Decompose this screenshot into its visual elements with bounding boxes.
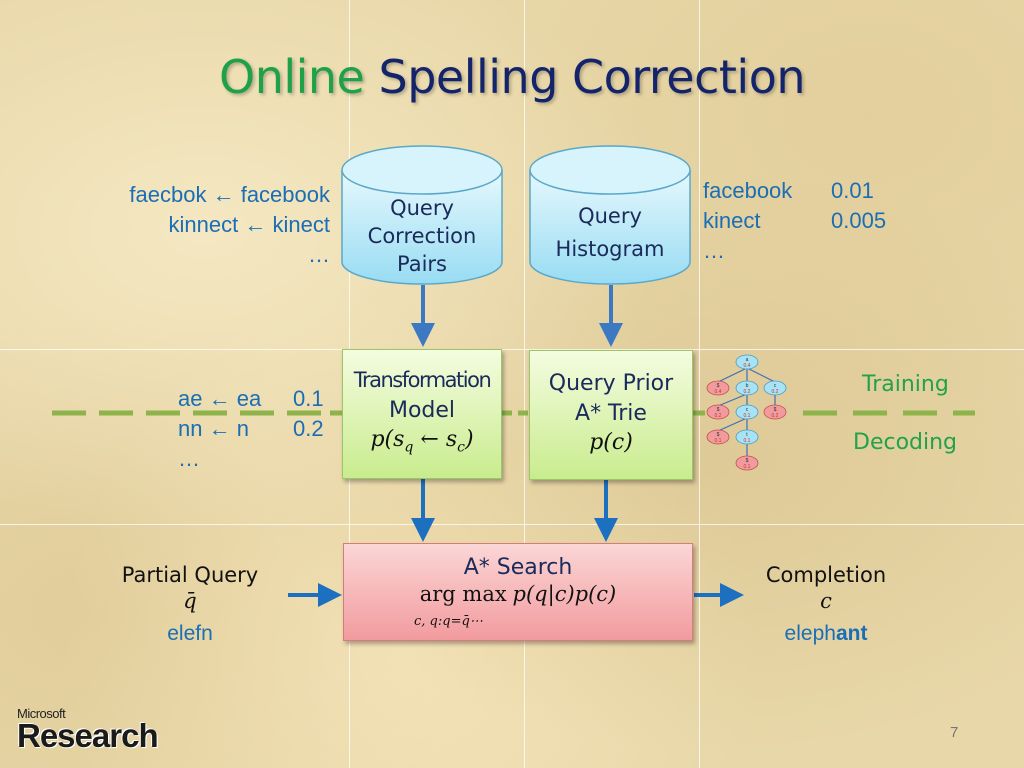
formula-part: ←: [413, 427, 446, 452]
microsoft-research-logo: Microsoft Research: [17, 706, 159, 755]
trie-edge: [717, 393, 748, 407]
trie-node-prob: 0.2: [772, 389, 779, 395]
partial-query-group: Partial Query q̄ elefn: [100, 563, 280, 649]
formula-part: s: [445, 427, 458, 452]
argmax-operator: arg max: [419, 582, 507, 606]
transformation-examples: ae ← ea 0.1 nn ← n 0.2 …: [178, 384, 348, 474]
decoding-label: Decoding: [853, 430, 958, 455]
trie-node-prob: 0.2: [772, 413, 779, 419]
trie-node-prob: 0.2: [744, 389, 751, 395]
probability: 0.2: [293, 416, 324, 441]
a-star-search-box: A* Search arg max p(q|c)p(c) c, q:q=q̄⋯: [343, 543, 693, 641]
completion-symbol: c: [820, 589, 832, 613]
trie-end-node: $0.1: [735, 455, 759, 471]
completion-label: Completion: [765, 563, 887, 587]
trie-edge: [717, 417, 748, 432]
trie-end-node: $0.1: [706, 429, 730, 445]
trie-node-prob: 0.1: [715, 438, 722, 444]
trie-node-prob: 0.1: [744, 464, 751, 470]
partial-query-symbol: q̄: [183, 589, 197, 613]
trie-node: c0.1: [735, 404, 759, 420]
pattern-from: ae: [178, 386, 203, 411]
example-row: nn ← n 0.2: [178, 414, 348, 444]
box-label: Model: [388, 398, 456, 423]
trie-edge: [717, 367, 748, 383]
trie-edge: [746, 367, 776, 383]
transformation-formula: p(sq ← sc): [343, 427, 501, 455]
completion-suffix: ant: [835, 622, 868, 645]
completion-prefix: eleph: [784, 622, 836, 645]
search-objective: p(q|c)p(c): [512, 582, 617, 606]
training-label: Training: [862, 372, 949, 397]
completion-group: Completion c elephant: [736, 563, 916, 649]
argmax-subscript: c, q:q=q̄⋯: [414, 614, 483, 629]
completion-example: elephant: [736, 619, 916, 649]
trie-node-prob: 0.4: [715, 389, 722, 395]
page-number: 7: [950, 724, 959, 741]
query-prior-box: Query Prior A* Trie p(c): [529, 350, 693, 480]
trie-node: t0.1: [735, 429, 759, 445]
trie-node: c0.2: [763, 380, 787, 396]
box-label: Query Prior: [548, 371, 674, 396]
ellipsis: …: [178, 446, 200, 471]
trie-node-prob: 0.1: [744, 413, 751, 419]
prior-formula: p(c): [589, 430, 633, 455]
trie-end-node: $0.2: [706, 404, 730, 420]
formula-part: c: [457, 439, 465, 456]
trie-node-prob: 0.1: [744, 438, 751, 444]
formula-part: p(: [370, 427, 394, 452]
formula-part: ): [464, 427, 474, 452]
pattern-to: ea: [236, 386, 262, 411]
left-arrow-icon: ←: [208, 386, 231, 411]
pattern-to: n: [236, 416, 249, 441]
box-label: Transformation: [353, 368, 492, 392]
partial-query-label: Partial Query: [121, 563, 259, 587]
trie-node: b0.2: [735, 380, 759, 396]
transformation-model-box: Transformation Model p(sq ← sc): [342, 349, 502, 479]
example-row: ae ← ea 0.1: [178, 384, 348, 414]
pattern-from: nn: [178, 416, 203, 441]
box-label: A* Trie: [575, 401, 647, 426]
trie-node-prob: 0.4: [744, 363, 751, 369]
logo-research: Research: [17, 717, 159, 754]
formula-part: s: [393, 427, 405, 452]
trie-node: a0.4: [735, 354, 759, 370]
search-formula: arg max p(q|c)p(c): [344, 582, 692, 607]
a-star-trie-diagram: a0.4$0.4b0.2c0.2$0.2c0.1$0.2$0.1t0.1$0.1: [706, 354, 787, 471]
left-arrow-icon: ←: [208, 416, 231, 441]
partial-query-example: elefn: [167, 622, 213, 645]
trie-end-node: $0.2: [763, 404, 787, 420]
probability: 0.1: [293, 386, 324, 411]
trie-end-node: $0.4: [706, 380, 730, 396]
search-title: A* Search: [463, 555, 573, 580]
trie-node-prob: 0.2: [715, 413, 722, 419]
